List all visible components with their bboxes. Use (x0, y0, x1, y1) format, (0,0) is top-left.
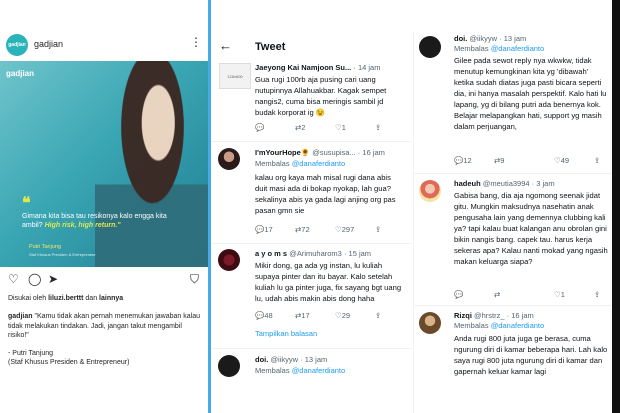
reply-context: Membalas @danaferdianto (454, 321, 545, 330)
post-quote: Gimana kita bisa tau resikonya kalo engg… (22, 213, 167, 229)
share-icon[interactable]: ⇪ (375, 311, 381, 320)
heart-icon[interactable]: ♡ (8, 272, 19, 286)
divider (211, 348, 411, 349)
reply-context: Membalas @danaferdianto (255, 366, 346, 375)
reply-icon[interactable]: 💬 (454, 290, 463, 299)
tweet-item[interactable]: a y o m s @Arimuharom3 · 15 jam Mikir do… (211, 246, 411, 346)
avatar[interactable] (218, 148, 240, 170)
heart-icon[interactable]: ♡ 1 (554, 290, 565, 299)
divider (414, 305, 612, 306)
tweet-actions: 💬 ⇄ ♡ 1 ⇪ (454, 290, 604, 302)
comment-icon[interactable]: ◯ (28, 272, 41, 286)
tweet-actions: 💬 48 ⇄ 17 ♡ 29 ⇪ (255, 311, 405, 323)
avatar[interactable] (218, 249, 240, 271)
share-icon[interactable]: ➤ (48, 272, 58, 286)
window-edge (612, 0, 620, 413)
share-icon[interactable]: ⇪ (594, 290, 600, 299)
tweet-item[interactable]: Rizqi @hrstrz_ · 16 jam Membalas @danafe… (414, 309, 612, 413)
avatar[interactable]: gadjian (6, 34, 28, 56)
tweet-item[interactable]: doi. @iikyyw · 13 jam Membalas @danaferd… (414, 32, 612, 172)
divider (211, 141, 411, 142)
bookmark-icon[interactable]: ⛉ (190, 272, 199, 287)
reply-icon[interactable]: 💬 48 (255, 311, 273, 320)
tweet-text: Anda rugi 800 juta juga ge berasa, cuma … (454, 334, 608, 376)
tweet-column-left: ← Tweet 128x600 Jaeyong Kai Namjoon Su..… (211, 32, 411, 413)
tweet-column-right: doi. @iikyyw · 13 jam Membalas @danaferd… (413, 32, 612, 413)
tweet-item[interactable]: hadeuh @meutia3994 · 3 jam Gabisa bang, … (414, 177, 612, 302)
share-icon[interactable]: ⇪ (375, 123, 381, 132)
reply-icon[interactable]: 💬 17 (255, 225, 273, 234)
retweet-icon[interactable]: ⇄ 72 (295, 225, 310, 234)
tweet-author[interactable]: Jaeyong Kai Namjoon Su... · 14 jam (255, 63, 403, 72)
tweet-item[interactable]: I'mYourHope🌻 @susupisa... · 16 jam Memba… (211, 145, 411, 240)
show-replies-link[interactable]: Tampilkan balasan (255, 329, 317, 338)
quote-speaker-role: Staf Khusus Presiden & Entrepreneur (29, 252, 96, 257)
instagram-post-panel: gadjian gadjian ⋮ gadjian ❝ Gimana kita … (0, 0, 208, 413)
caption-text: gadjian "Kamu tidak akan pernah menemuka… (8, 313, 200, 339)
retweet-icon[interactable]: ⇄ 17 (295, 311, 310, 320)
quote-speaker: Putri Tanjung (29, 244, 62, 250)
reply-context: Membalas @danaferdianto (255, 159, 346, 168)
divider (211, 243, 411, 244)
post-caption: Disukai oleh liluzi.berttt dan lainnya g… (8, 294, 204, 368)
tweet-actions: 💬 17 ⇄ 72 ♡ 297 ⇪ (255, 225, 405, 237)
divider (414, 173, 612, 174)
caption-signature: - Putri Tanjung (Staf Khusus Presiden & E… (8, 350, 130, 367)
person-photo (95, 61, 208, 267)
liked-by: Disukai oleh liluzi.berttt dan lainnya (8, 295, 124, 302)
avatar[interactable] (419, 312, 441, 334)
post-header: gadjian gadjian ⋮ (0, 33, 208, 61)
tweet-author[interactable]: a y o m s @Arimuharom3 · 15 jam (255, 249, 403, 258)
post-actions: ♡ ◯ ➤ ⛉ (0, 272, 208, 290)
post-username[interactable]: gadjian (34, 39, 63, 49)
tweet-item[interactable]: 128x600 Jaeyong Kai Namjoon Su... · 14 j… (211, 60, 411, 140)
tweet-item[interactable]: doi. @iikyyw · 13 jam Membalas @danaferd… (211, 352, 411, 413)
tweet-author[interactable]: doi. @iikyyw · 13 jam (255, 355, 403, 364)
twitter-thread-panel: ← Tweet 128x600 Jaeyong Kai Namjoon Su..… (211, 32, 612, 413)
share-icon[interactable]: ⇪ (594, 156, 600, 165)
tweet-text: Gua rugi 100rb aja pusing cari uang nutu… (255, 75, 387, 117)
tweet-text: kalau org kaya mah misal rugi dana abis … (255, 173, 396, 215)
heart-icon[interactable]: ♡ 49 (554, 156, 569, 165)
tweet-text: Mikir dong, ga ada yg instan, lu kuliah … (255, 261, 402, 303)
brand-logo: gadjian (6, 69, 35, 78)
retweet-icon[interactable]: ⇄ 2 (295, 123, 305, 132)
avatar[interactable] (419, 36, 441, 58)
retweet-icon[interactable]: ⇄ (494, 290, 500, 299)
share-icon[interactable]: ⇪ (375, 225, 381, 234)
quote-mark: ❝ (22, 195, 31, 212)
post-image[interactable]: gadjian ❝ Gimana kita bisa tau resikonya… (0, 61, 208, 267)
tweet-header: ← Tweet (211, 32, 411, 62)
heart-icon[interactable]: ♡ 29 (335, 311, 350, 320)
page-title: Tweet (255, 41, 286, 53)
retweet-icon[interactable]: ⇄ 9 (494, 156, 504, 165)
heart-icon[interactable]: ♡ 1 (335, 123, 346, 132)
avatar[interactable] (218, 355, 240, 377)
tweet-author[interactable]: I'mYourHope🌻 @susupisa... · 16 jam (255, 148, 403, 157)
heart-icon[interactable]: ♡ 297 (335, 225, 354, 234)
more-vertical-icon[interactable]: ⋮ (190, 35, 202, 49)
avatar[interactable] (419, 180, 441, 202)
reply-icon[interactable]: 💬 (255, 123, 264, 132)
reply-icon[interactable]: 💬 12 (454, 156, 472, 165)
tweet-author[interactable]: hadeuh @meutia3994 · 3 jam (454, 179, 602, 188)
tweet-author[interactable]: doi. @iikyyw · 13 jam (454, 34, 602, 43)
tweet-actions: 💬 12 ⇄ 9 ♡ 49 ⇪ (454, 156, 604, 168)
tweet-text: Gabisa bang, dia aja ngomong seenak jida… (454, 191, 608, 266)
arrow-left-icon[interactable]: ← (219, 38, 232, 53)
reply-context: Membalas @danaferdianto (454, 44, 545, 53)
tweet-author[interactable]: Rizqi @hrstrz_ · 16 jam (454, 311, 602, 320)
tweet-text: Gilee pada sewot reply nya wkwkw, tidak … (454, 56, 607, 131)
tweet-thumbnail: 128x600 (219, 63, 251, 89)
tweet-actions: 💬 ⇄ 2 ♡ 1 ⇪ (255, 123, 405, 135)
